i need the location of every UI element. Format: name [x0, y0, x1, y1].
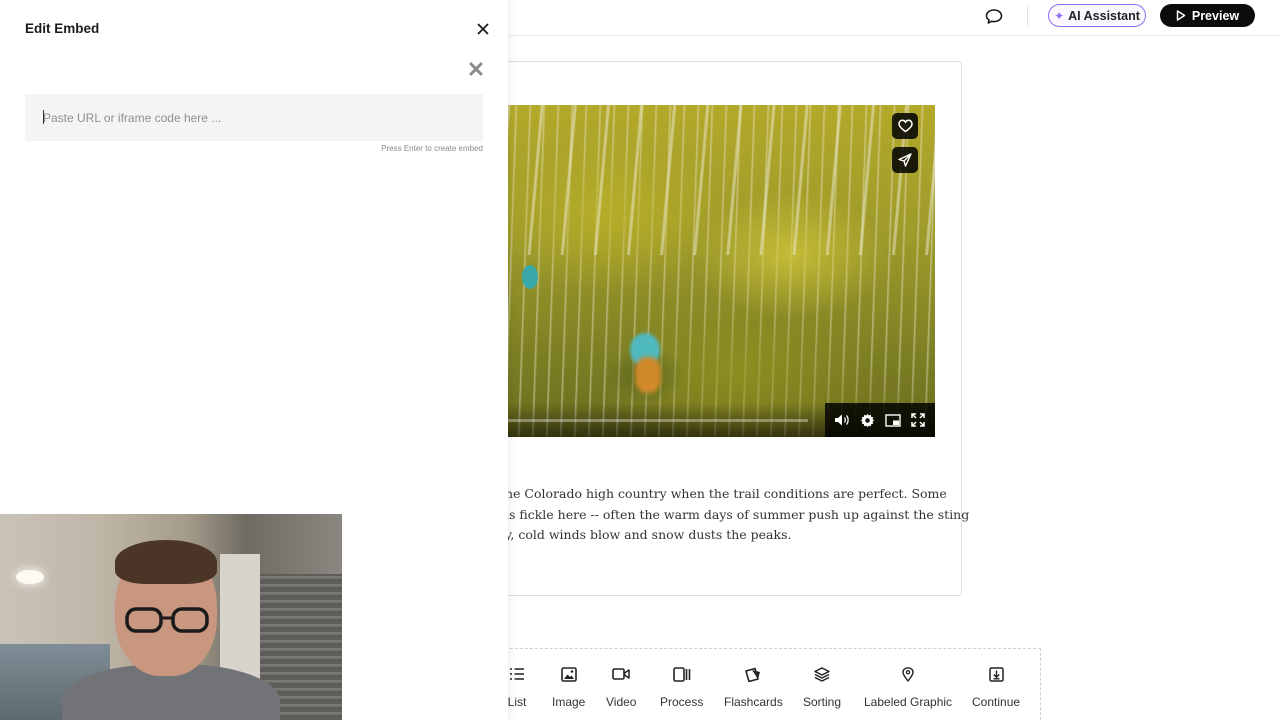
layers-icon — [812, 664, 832, 684]
topbar-divider — [1027, 6, 1028, 26]
heart-icon — [897, 119, 913, 133]
chat-bubble-icon — [985, 8, 1003, 24]
fullscreen-button[interactable] — [908, 410, 928, 430]
block-video-button[interactable]: Video — [606, 664, 636, 709]
paragraph-line: is fickle here -- often the warm days of… — [505, 506, 970, 522]
webcam-lamp — [16, 570, 44, 584]
block-label: Image — [552, 695, 586, 709]
embed-url-input[interactable] — [25, 94, 483, 141]
continue-icon — [986, 664, 1006, 684]
ai-assistant-label: AI Assistant — [1068, 8, 1140, 23]
webcam-person-glasses — [125, 607, 209, 633]
webcam-person-hair — [115, 540, 217, 584]
video-rider — [635, 357, 661, 393]
preview-button[interactable]: Preview — [1160, 4, 1255, 27]
ai-assistant-button[interactable]: ✦ AI Assistant — [1048, 4, 1146, 27]
map-pin-icon — [898, 664, 918, 684]
block-flashcards-button[interactable]: Flashcards — [724, 664, 783, 709]
close-icon — [477, 23, 489, 35]
block-image-button[interactable]: Image — [552, 664, 585, 709]
block-label: Labeled Graphic — [864, 695, 953, 709]
block-process-button[interactable]: Process — [660, 664, 703, 709]
process-icon — [672, 664, 692, 684]
video-icon — [611, 664, 631, 684]
embed-hint: Press Enter to create embed — [381, 144, 483, 153]
fullscreen-icon — [911, 413, 925, 427]
play-icon — [1176, 10, 1186, 21]
block-label: Sorting — [803, 695, 842, 709]
send-icon — [898, 153, 912, 167]
block-label: Flashcards — [724, 695, 783, 709]
share-button[interactable] — [892, 147, 918, 173]
pip-button[interactable] — [883, 410, 903, 430]
video-progress-bar[interactable] — [490, 419, 808, 422]
panel-title: Edit Embed — [25, 21, 100, 36]
clear-x-icon — [469, 62, 482, 75]
lesson-paragraph[interactable]: he Colorado high country when the trail … — [505, 484, 970, 546]
image-icon — [559, 664, 579, 684]
block-labeled-graphic-button[interactable]: Labeled Graphic — [864, 664, 952, 709]
paragraph-line: he Colorado high country when the trail … — [505, 486, 947, 501]
block-sorting-button[interactable]: Sorting — [803, 664, 841, 709]
preview-label: Preview — [1191, 8, 1240, 23]
flashcards-icon — [743, 664, 763, 684]
block-label: Video — [606, 695, 637, 709]
gear-icon — [860, 413, 874, 427]
video-rider — [522, 265, 538, 289]
block-continue-button[interactable]: Continue — [972, 664, 1020, 709]
close-panel-button[interactable] — [473, 19, 493, 39]
block-label: List — [507, 695, 527, 709]
block-label: Process — [660, 695, 704, 709]
paragraph-line: y, cold winds blow and snow dusts the pe… — [505, 527, 792, 542]
video-control-icons — [825, 403, 935, 437]
comment-button[interactable] — [983, 5, 1005, 27]
list-icon — [507, 664, 527, 684]
like-button[interactable] — [892, 113, 918, 139]
clear-embed-button[interactable] — [466, 59, 485, 78]
volume-button[interactable] — [832, 410, 852, 430]
video-frame-trees — [490, 105, 935, 255]
sparkle-icon: ✦ — [1054, 8, 1065, 23]
text-cursor — [43, 110, 44, 124]
video-controls — [490, 403, 935, 437]
video-player[interactable] — [490, 105, 935, 437]
picture-in-picture-icon — [885, 413, 901, 427]
volume-icon — [834, 414, 849, 426]
block-list-button[interactable]: List — [507, 664, 527, 709]
settings-button[interactable] — [857, 410, 877, 430]
block-label: Continue — [972, 695, 1021, 709]
webcam-overlay — [0, 514, 342, 720]
